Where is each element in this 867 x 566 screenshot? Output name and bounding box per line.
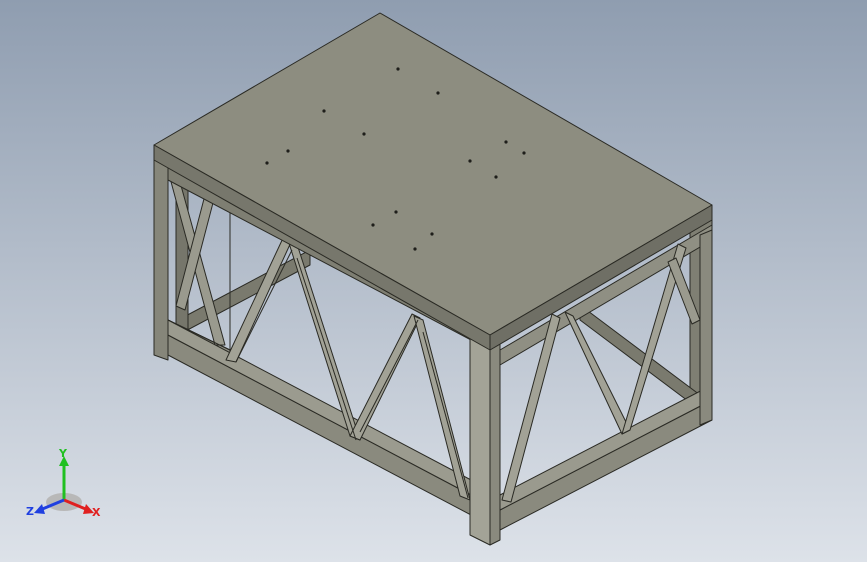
front-corner-leg-right-face (489, 339, 501, 546)
z-axis-label: Z (26, 505, 34, 518)
x-axis-label: X (92, 506, 101, 519)
model-canvas[interactable] (0, 0, 867, 562)
graphics-viewport[interactable]: Y X Z (0, 0, 867, 562)
orientation-triad[interactable]: Y X Z (22, 446, 106, 526)
right-end-leg (699, 229, 713, 426)
front-corner-leg-left-face (469, 334, 491, 546)
y-axis-label: Y (58, 447, 68, 460)
z-axis-arrow-icon (34, 504, 45, 514)
